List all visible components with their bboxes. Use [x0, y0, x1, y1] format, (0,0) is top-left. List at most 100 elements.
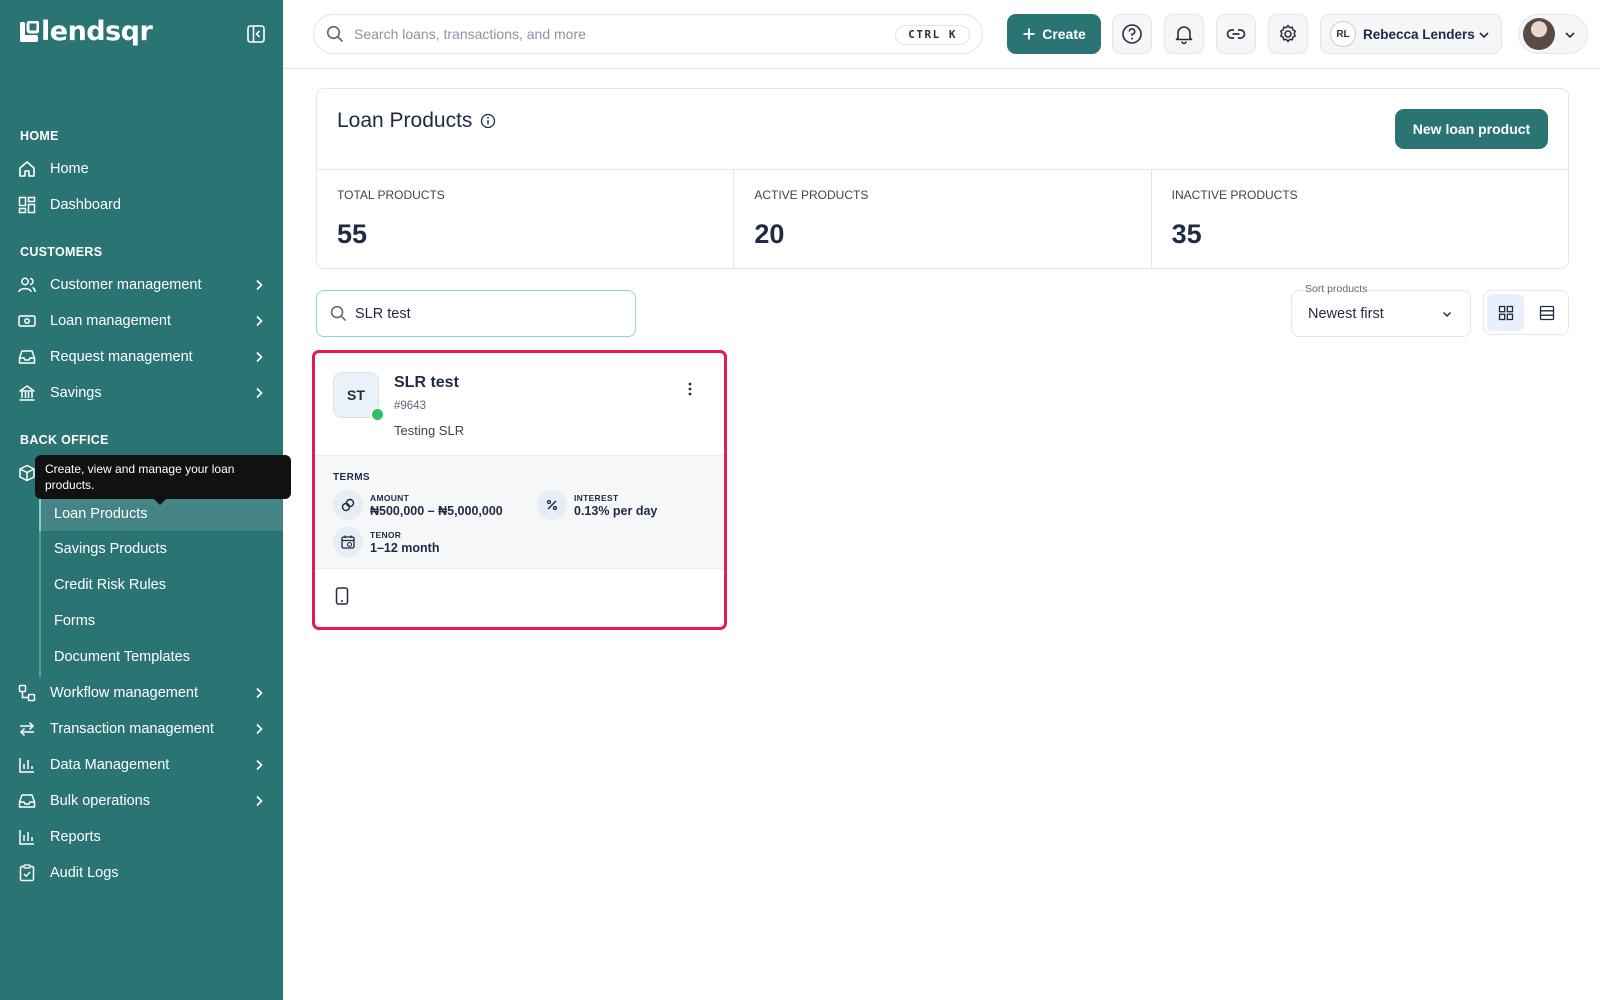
plus-icon — [1023, 28, 1035, 40]
sidebar-item-savings[interactable]: Savings — [0, 376, 283, 410]
terms-label: TERMS — [333, 472, 370, 483]
sidebar-subitem-label: Document Templates — [54, 649, 190, 665]
sidebar-item-label: Workflow management — [50, 685, 199, 701]
term-value: 1–12 month — [370, 540, 440, 555]
section-home: HOME — [20, 129, 59, 143]
stat-label: ACTIVE PRODUCTS — [754, 188, 869, 202]
collapse-sidebar-icon[interactable] — [246, 24, 266, 44]
section-back-office: BACK OFFICE — [20, 433, 109, 447]
dashboard-icon — [17, 195, 37, 215]
chevron-right-icon — [256, 279, 263, 291]
info-icon[interactable] — [480, 113, 496, 129]
sidebar-item-reports[interactable]: Reports — [0, 820, 283, 854]
sidebar-item-home[interactable]: Home — [0, 152, 283, 186]
product-name: SLR test — [394, 374, 459, 391]
sidebar-item-label: Transaction management — [50, 721, 214, 737]
chevron-right-icon — [256, 387, 263, 399]
help-button[interactable] — [1112, 14, 1152, 54]
product-terms: TERMS AMOUNT ₦500,000 – ₦5,000,000 INTER… — [315, 455, 724, 569]
product-search-input[interactable] — [355, 305, 615, 322]
term-title: INTEREST — [574, 492, 619, 503]
product-search[interactable] — [316, 290, 636, 337]
gear-icon — [1280, 24, 1296, 43]
keyboard-shortcut: CTRL K — [895, 25, 970, 45]
product-description: Testing SLR — [394, 423, 465, 438]
search-input[interactable] — [354, 26, 874, 42]
sidebar-item-data-management[interactable]: Data Management — [0, 748, 283, 782]
sidebar-item-label: Customer management — [50, 277, 202, 293]
reports-icon — [17, 827, 37, 847]
create-button[interactable]: Create — [1007, 14, 1101, 54]
more-options-button[interactable] — [682, 379, 698, 399]
clipboard-check-icon — [17, 863, 37, 883]
link-coins-icon — [333, 490, 363, 520]
stat-label: TOTAL PRODUCTS — [337, 188, 445, 202]
logo-mark-icon — [20, 21, 39, 42]
notifications-button[interactable] — [1164, 14, 1204, 54]
sidebar-item-loan-management[interactable]: Loan management — [0, 304, 283, 338]
tooltip: Create, view and manage your loan produc… — [35, 455, 291, 505]
sidebar-item-label: Reports — [50, 829, 101, 845]
link-button[interactable] — [1216, 14, 1256, 54]
stat-value: 20 — [754, 219, 785, 249]
settings-button[interactable] — [1268, 14, 1308, 54]
user-initials: RL — [1330, 21, 1356, 47]
sidebar-item-audit-logs[interactable]: Audit Logs — [0, 856, 283, 890]
view-toggle — [1483, 290, 1569, 335]
sort-label: Sort products — [1303, 283, 1370, 295]
chevron-down-icon — [1479, 32, 1489, 39]
sidebar-item-customer-management[interactable]: Customer management — [0, 268, 283, 302]
sidebar-subitem-label: Savings Products — [54, 541, 167, 557]
help-icon — [1122, 24, 1142, 44]
chevron-right-icon — [256, 759, 263, 771]
avatar — [1523, 18, 1555, 50]
user-menu[interactable]: RL Rebecca Lenders — [1320, 14, 1502, 54]
lendsqr-logo[interactable]: lendsqr — [19, 18, 153, 46]
stat-value: 55 — [337, 219, 368, 249]
sidebar-subitem-label: Credit Risk Rules — [54, 577, 166, 593]
sidebar-item-request-management[interactable]: Request management — [0, 340, 283, 374]
sidebar-subitem-savings-products[interactable]: Savings Products — [41, 532, 283, 566]
search-icon — [326, 25, 344, 43]
sort-select[interactable]: Newest first — [1291, 290, 1471, 337]
bank-icon — [17, 383, 37, 403]
users-icon — [17, 275, 37, 295]
chevron-down-icon — [1565, 32, 1575, 39]
page-header-card: Loan Products New loan product TOTAL PRO… — [316, 88, 1569, 269]
sidebar-item-label: Audit Logs — [50, 865, 119, 881]
list-view-button[interactable] — [1528, 294, 1565, 331]
list-icon — [1539, 305, 1554, 320]
sidebar-item-dashboard[interactable]: Dashboard — [0, 188, 283, 222]
sidebar-item-bulk-operations[interactable]: Bulk operations — [0, 784, 283, 818]
bell-icon — [1175, 26, 1193, 45]
grid-view-button[interactable] — [1487, 294, 1524, 331]
stat-label: INACTIVE PRODUCTS — [1171, 188, 1298, 202]
page-title-row: Loan Products — [337, 109, 496, 133]
term-value: ₦500,000 – ₦5,000,000 — [370, 503, 503, 518]
status-active-dot — [370, 407, 385, 422]
sidebar-item-label: Home — [50, 161, 89, 177]
term-interest: INTEREST 0.13% per day — [537, 490, 657, 520]
arrows-swap-icon — [17, 719, 37, 739]
chevron-right-icon — [256, 795, 263, 807]
percent-icon — [537, 490, 567, 520]
sidebar-item-transaction-management[interactable]: Transaction management — [0, 712, 283, 746]
chevron-right-icon — [256, 315, 263, 327]
profile-menu[interactable] — [1518, 14, 1588, 54]
sidebar-subitem-forms[interactable]: Forms — [41, 604, 283, 638]
global-search[interactable]: CTRL K — [313, 14, 983, 54]
product-card[interactable]: ST SLR test #9643 Testing SLR TERMS AMOU… — [312, 350, 727, 630]
term-tenor: TENOR 1–12 month — [333, 527, 439, 557]
chevron-right-icon — [256, 687, 263, 699]
create-button-label: Create — [1042, 26, 1086, 42]
product-id: #9643 — [394, 400, 426, 412]
sidebar-subitem-credit-risk-rules[interactable]: Credit Risk Rules — [41, 568, 283, 602]
stat-active-products: ACTIVE PRODUCTS 20 — [734, 170, 1152, 268]
page-title: Loan Products — [337, 109, 473, 132]
search-icon — [330, 305, 347, 322]
sidebar-item-workflow-management[interactable]: Workflow management — [0, 676, 283, 710]
grid-icon — [1498, 305, 1513, 320]
new-loan-product-button[interactable]: New loan product — [1395, 109, 1548, 149]
sidebar-subitem-document-templates[interactable]: Document Templates — [41, 640, 283, 674]
sidebar: lendsqr HOME Home Dashboard CUSTOMERS Cu… — [0, 0, 283, 1000]
